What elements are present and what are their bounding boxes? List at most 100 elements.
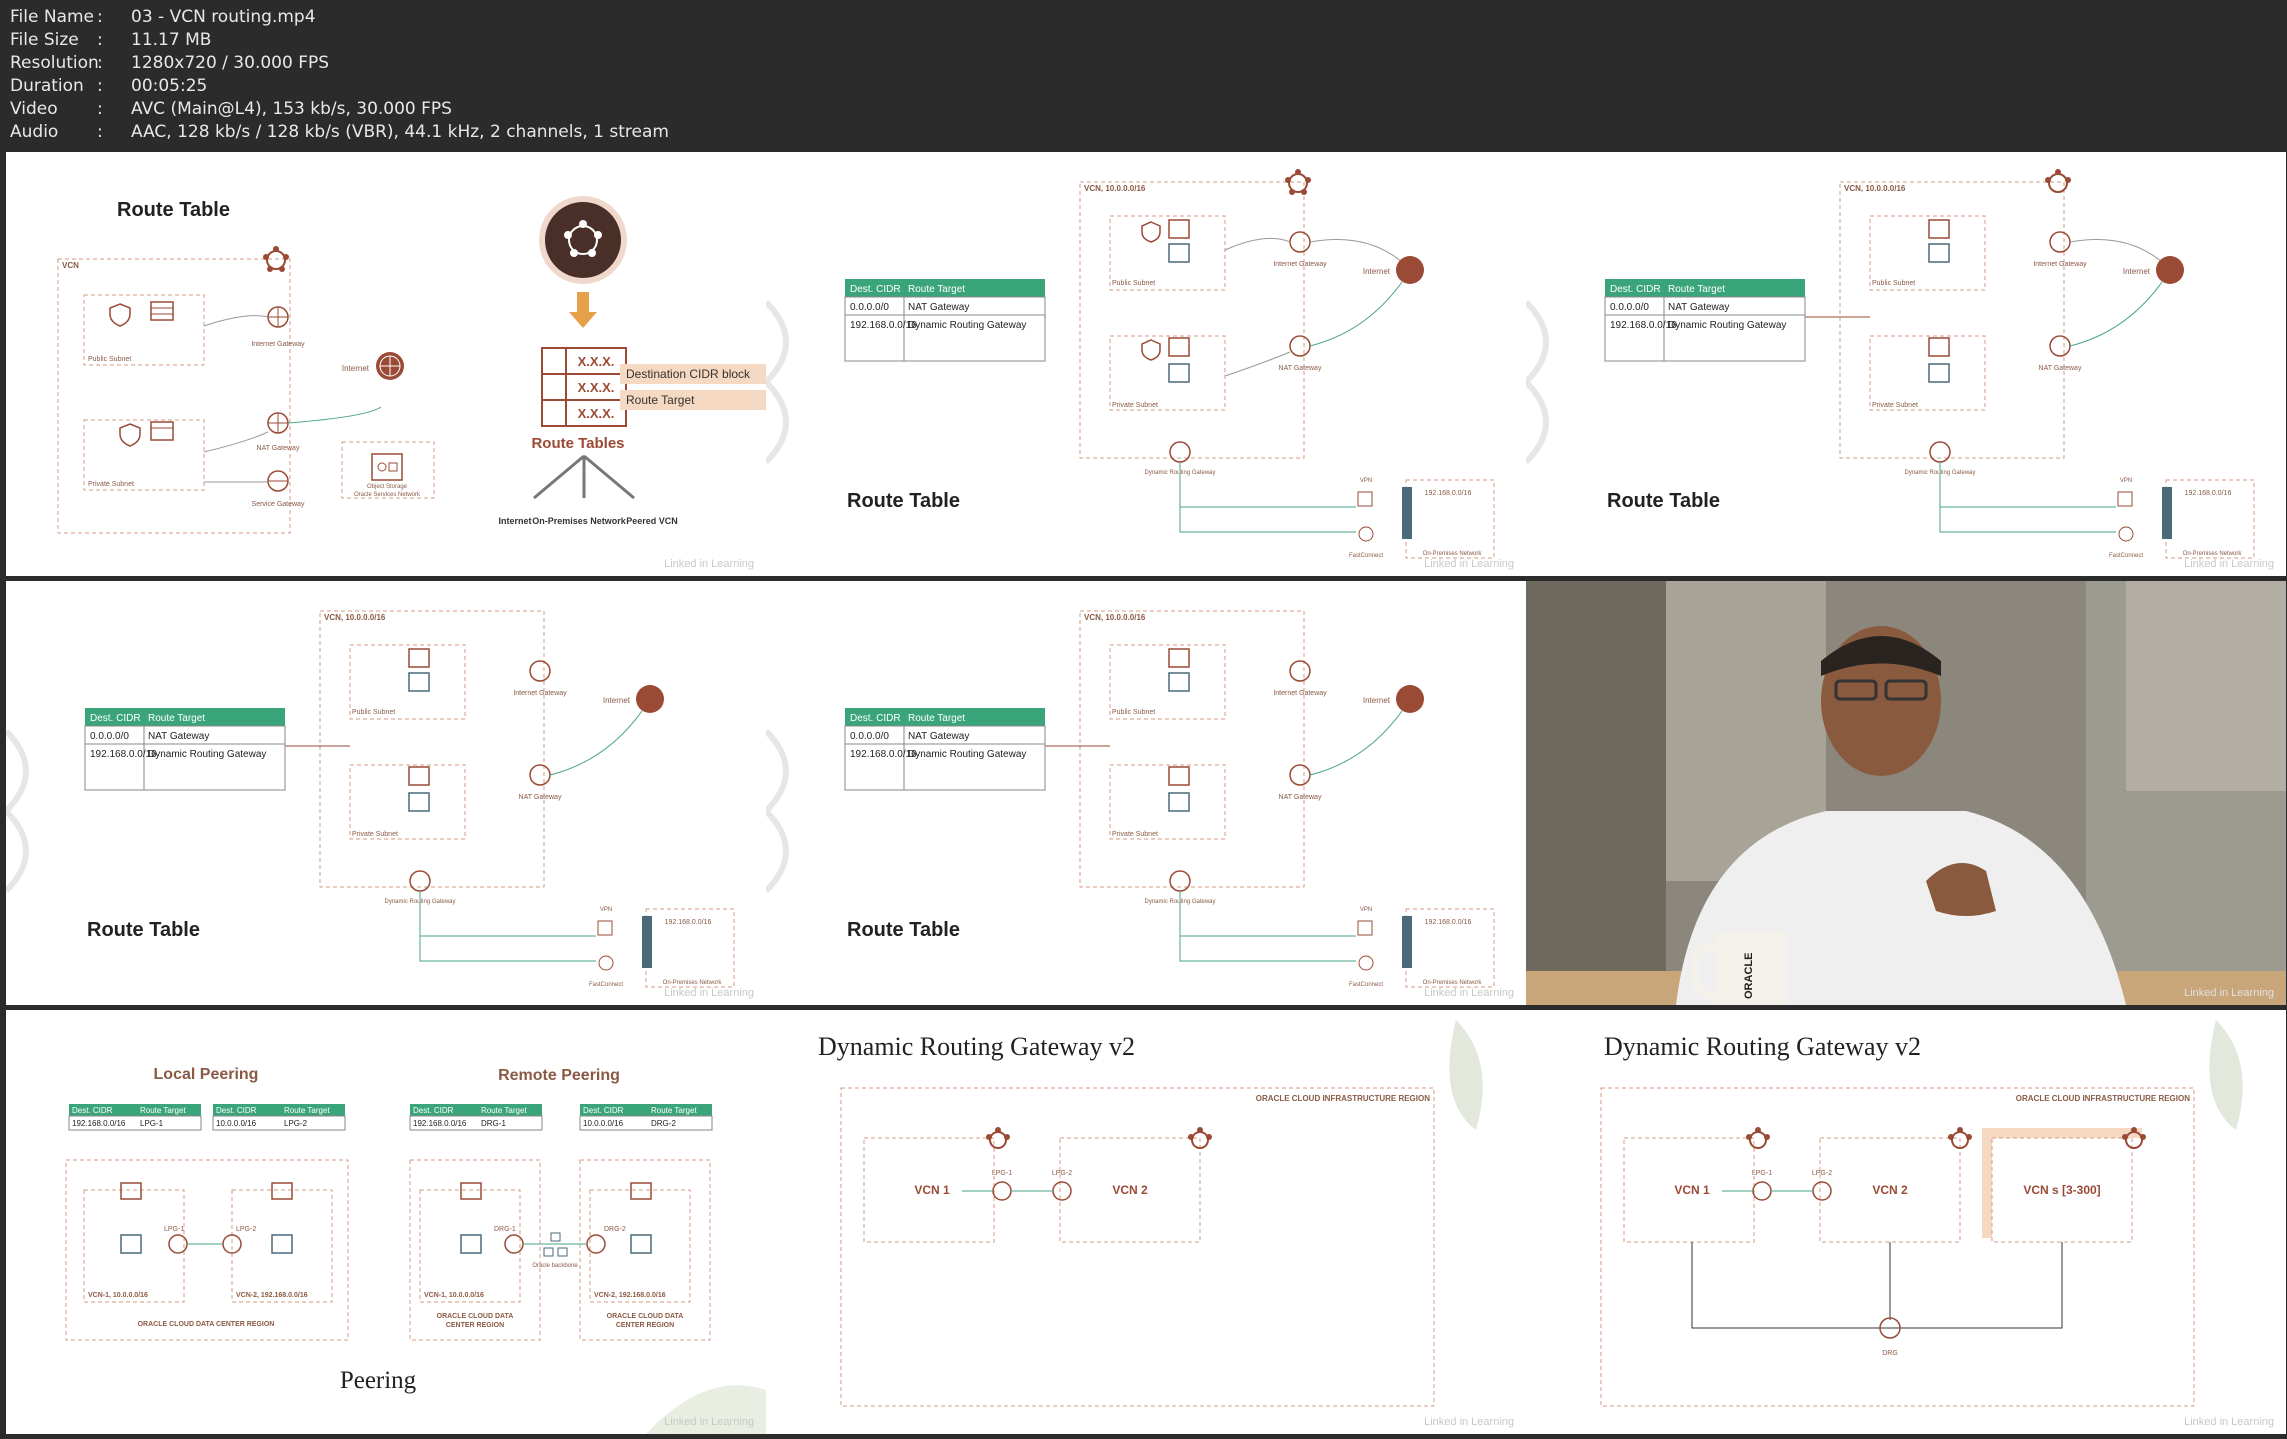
- onprem-cidr-label: 192.168.0.0/16: [1425, 490, 1472, 497]
- compute-icon: [1168, 363, 1190, 383]
- local-region-label: ORACLE CLOUD DATA CENTER REGION: [138, 1321, 275, 1328]
- compute-icon: [1928, 243, 1950, 263]
- private-subnet-box: [1109, 764, 1226, 840]
- route-line: [287, 406, 382, 424]
- remote-region2-label: ORACLE CLOUD DATA: [607, 1313, 684, 1320]
- lpg2-icon: [1812, 1181, 1832, 1201]
- oci-region-box: [840, 1087, 1435, 1407]
- cell-dest: 192.168.0.0/16: [72, 1119, 126, 1128]
- remote-region2-label: CENTER REGION: [616, 1322, 674, 1329]
- cell-dest: 0.0.0.0/0: [90, 731, 129, 742]
- remote-peering-title: Remote Peering: [498, 1067, 620, 1084]
- vcn-label: VCN, 10.0.0.0/16: [1844, 184, 1906, 193]
- nat-gateway-icon: [529, 764, 551, 786]
- linkedin-learning-watermark: Linked in Learning: [2184, 987, 2274, 999]
- drg2-label: DRG-2: [604, 1226, 626, 1233]
- server-icon: [408, 648, 430, 668]
- header-route-target: Route Target: [908, 284, 965, 295]
- leaf-decoration: [2209, 1020, 2243, 1130]
- remote-table-1: Dest. CIDR Route Target 192.168.0.0/16 D…: [409, 1104, 543, 1131]
- cell-target: Dynamic Routing Gateway: [908, 320, 1026, 331]
- vcn2-label: VCN 2: [1112, 1183, 1148, 1197]
- fanout-arrows: [533, 454, 635, 500]
- route-table: Dest. CIDR Route Target 0.0.0.0/0 NAT Ga…: [84, 708, 286, 791]
- compute-icon: [120, 1234, 142, 1254]
- target-peered-vcn: Peered VCN: [626, 516, 678, 526]
- drg2-icon: [586, 1234, 606, 1254]
- internet-label: Internet: [603, 696, 631, 705]
- compute-icon: [1168, 672, 1190, 692]
- local-peering-title: Local Peering: [154, 1066, 259, 1083]
- server-icon: [150, 301, 174, 321]
- private-subnet-label: Private Subnet: [1872, 402, 1918, 409]
- file-info-row: Resolution:1280x720 / 30.000 FPS: [10, 53, 330, 73]
- vpn-label: VPN: [2120, 478, 2132, 484]
- public-subnet-label: Public Subnet: [352, 709, 395, 716]
- cell-target: Dynamic Routing Gateway: [1668, 320, 1786, 331]
- thumbnail-route-table-3[interactable]: VCN, 10.0.0.0/16 Public Subnet Private S…: [6, 581, 766, 1005]
- internet-globe-icon: [376, 352, 404, 380]
- drg-icon: [409, 870, 431, 892]
- server-icon: [630, 1182, 652, 1200]
- drg-v2-diagram: Dynamic Routing Gateway v2 ORACLE CLOUD …: [1600, 1020, 2243, 1407]
- service-gateway-icon: [267, 470, 289, 492]
- server-icon: [1168, 337, 1190, 357]
- lpg2-label: LPG-2: [1052, 1170, 1072, 1177]
- fastconnect-icon: [1358, 526, 1374, 542]
- swirl-decoration: [766, 299, 789, 465]
- lpg1-label: LPG-1: [164, 1226, 184, 1233]
- route-table-diagram: VCN, 10.0.0.0/16 Public Subnet Private S…: [766, 610, 1495, 988]
- vcn1-label: VCN 1: [914, 1183, 950, 1197]
- vpn-label: VPN: [1360, 907, 1372, 913]
- compute-icon: [271, 1234, 293, 1254]
- thumbnail-route-table-1[interactable]: VCN, 10.0.0.0/16 Public Subnet Private S…: [766, 152, 1526, 576]
- highlight-bar: [1982, 1128, 2142, 1138]
- vcn-icon: [986, 1127, 1010, 1149]
- vcn1-label: VCN 1: [1674, 1183, 1710, 1197]
- route-target-label: Route Target: [626, 393, 695, 407]
- header-route-target: Route Target: [481, 1106, 527, 1115]
- cell-target: NAT Gateway: [908, 302, 969, 313]
- vcn-icon: [1188, 1127, 1212, 1149]
- thumbnail-peering[interactable]: Local Peering Remote Peering Dest. CIDR …: [6, 1010, 766, 1434]
- nat-gateway-label: NAT Gateway: [257, 445, 300, 452]
- header-route-target: Route Target: [140, 1106, 186, 1115]
- cabinet-right: [2126, 581, 2286, 791]
- thumbnail-route-table-2[interactable]: VCN, 10.0.0.0/16 Public Subnet Private S…: [1526, 152, 2286, 576]
- remote-vcn1-label: VCN-1, 10.0.0.0/16: [424, 1292, 484, 1299]
- lpg2-label: LPG-2: [236, 1226, 256, 1233]
- route-table: Dest. CIDR Route Target 0.0.0.0/0 NAT Ga…: [1604, 279, 1806, 362]
- cell-target: LPG-1: [140, 1119, 164, 1128]
- cidr-placeholder: X.X.X.: [578, 406, 615, 421]
- drg-icon: [1169, 870, 1191, 892]
- oracle-backbone-label: Oracle backbone: [532, 1263, 578, 1269]
- thumbnail-drg-v2-a[interactable]: Dynamic Routing Gateway v2 ORACLE CLOUD …: [766, 1010, 1526, 1434]
- leaf-decoration: [1449, 1020, 1483, 1130]
- server-icon: [1168, 219, 1190, 239]
- cell-dest: 0.0.0.0/0: [850, 731, 889, 742]
- lpg2-icon: [222, 1234, 242, 1254]
- fastconnect-label: FastConnect: [2109, 553, 2143, 559]
- header-route-target: Route Target: [1668, 284, 1725, 295]
- nat-gateway-icon: [1289, 764, 1311, 786]
- internet-gateway-icon: [2049, 231, 2071, 253]
- thumbnail-route-table-intro[interactable]: Route Table VCN Public Subnet Private Su…: [6, 152, 766, 576]
- vcn2-box: [231, 1189, 333, 1303]
- thumbnail-route-table-4[interactable]: VCN, 10.0.0.0/16 Public Subnet Private S…: [766, 581, 1526, 1005]
- cell-target: Dynamic Routing Gateway: [908, 749, 1026, 760]
- cell-dest: 0.0.0.0/0: [850, 302, 889, 313]
- server-icon: [1168, 766, 1190, 786]
- compute-icon: [408, 672, 430, 692]
- route-table-diagram: VCN, 10.0.0.0/16 Public Subnet Private S…: [766, 169, 1495, 559]
- oci-region-label: ORACLE CLOUD INFRASTRUCTURE REGION: [2016, 1094, 2190, 1103]
- vcn1-label: VCN-1, 10.0.0.0/16: [88, 1292, 148, 1299]
- internet-gateway-icon: [529, 660, 551, 682]
- thumbnail-presenter-video[interactable]: ORACLE Linked in Learning: [1526, 581, 2286, 1005]
- thumbnail-drg-v2-b[interactable]: Dynamic Routing Gateway v2 ORACLE CLOUD …: [1526, 1010, 2286, 1434]
- oracle-services-label: Oracle Services Network: [354, 492, 421, 498]
- compute-icon: [1928, 363, 1950, 383]
- route-tables-label: Route Tables: [531, 435, 624, 452]
- dest-cidr-block-label: Destination CIDR block: [626, 367, 751, 381]
- shield-icon: [1141, 339, 1161, 361]
- peering-diagram: Local Peering Remote Peering Dest. CIDR …: [65, 1066, 766, 1434]
